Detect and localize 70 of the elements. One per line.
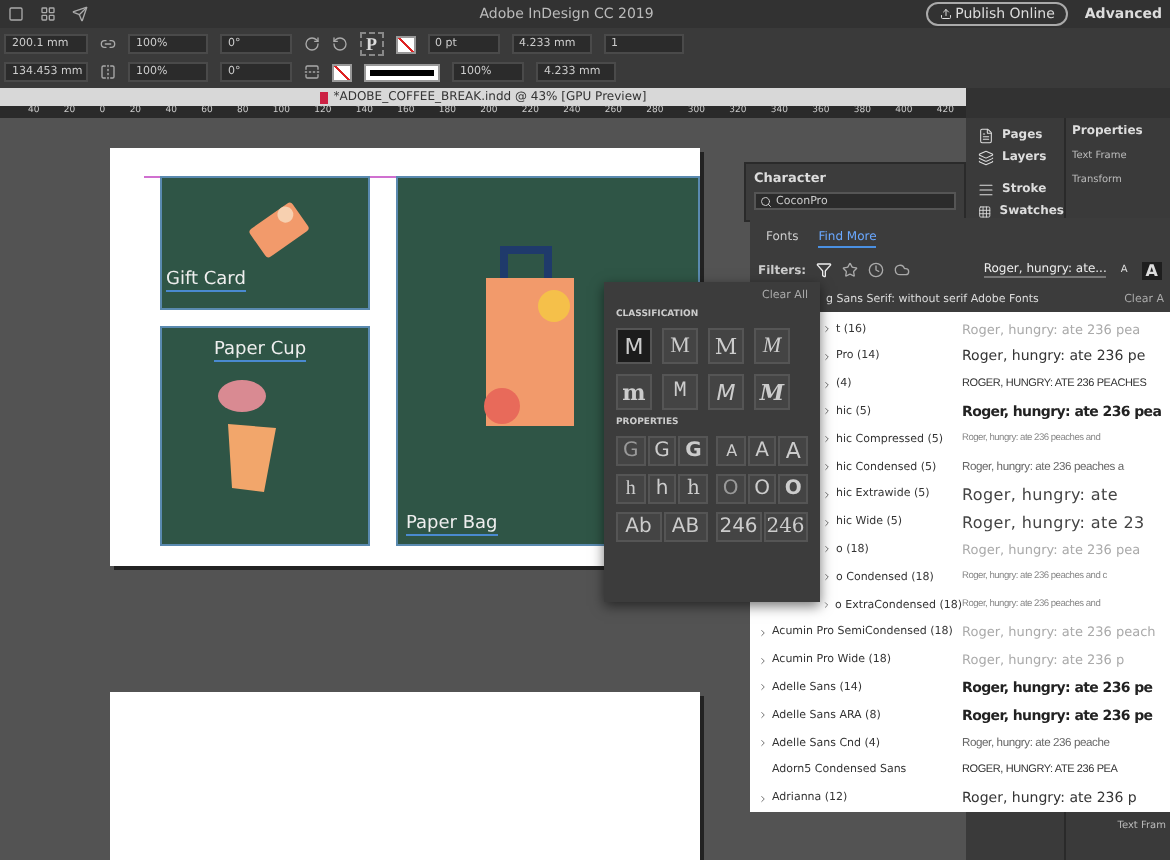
- property-button[interactable]: G: [647, 436, 677, 466]
- chevron-icon[interactable]: [822, 406, 832, 417]
- paragraph-glyph[interactable]: P: [360, 32, 383, 56]
- font-preview: Roger, hungry: ate 23: [962, 513, 1147, 532]
- filter-icon[interactable]: [816, 262, 833, 278]
- star-icon[interactable]: [842, 262, 859, 278]
- chevron-icon[interactable]: [758, 710, 768, 721]
- clock-icon[interactable]: [868, 262, 885, 278]
- layers-icon: [978, 149, 994, 165]
- layout-icon[interactable]: [40, 6, 56, 22]
- frame-icon[interactable]: [8, 6, 24, 22]
- chevron-icon[interactable]: [758, 655, 768, 666]
- property-button[interactable]: G: [678, 436, 709, 466]
- chevron-icon[interactable]: [822, 600, 832, 611]
- chevron-icon[interactable]: [822, 572, 832, 583]
- property-button[interactable]: h: [647, 474, 677, 504]
- classification-button[interactable]: M: [708, 328, 744, 364]
- swatches-icon: [978, 203, 992, 219]
- flip-icon[interactable]: [100, 64, 116, 80]
- classification-button[interactable]: m: [616, 374, 652, 410]
- send-icon[interactable]: [72, 6, 88, 22]
- property-button[interactable]: Ab: [616, 512, 661, 542]
- property-button[interactable]: A: [747, 436, 777, 466]
- chevron-icon[interactable]: [822, 462, 832, 473]
- flip-icon[interactable]: [304, 64, 320, 80]
- classification-button[interactable]: M: [754, 328, 790, 364]
- document-icon: [319, 91, 328, 103]
- chevron-icon[interactable]: [822, 489, 832, 500]
- property-button[interactable]: h: [616, 474, 646, 504]
- chevron-icon[interactable]: [822, 379, 832, 390]
- stroke-swatch[interactable]: [332, 63, 352, 81]
- fill-swatch[interactable]: [395, 35, 415, 53]
- property-button[interactable]: O: [747, 474, 777, 504]
- property-button[interactable]: A: [778, 436, 809, 466]
- classification-button[interactable]: M: [708, 374, 744, 410]
- chevron-icon[interactable]: [758, 738, 768, 748]
- rotate-icon[interactable]: [304, 36, 320, 52]
- image-frame[interactable]: Gift Card: [160, 176, 370, 310]
- chevron-icon[interactable]: [758, 627, 768, 638]
- chevron-icon[interactable]: [758, 682, 768, 693]
- stroke-icon: [978, 181, 994, 197]
- pages-icon: [978, 127, 994, 143]
- classification-button[interactable]: M: [754, 374, 790, 410]
- property-button[interactable]: AB: [663, 512, 708, 542]
- property-button[interactable]: 246: [763, 512, 808, 542]
- frame-label: Gift Card: [166, 270, 246, 292]
- large-sample-button[interactable]: A: [1141, 261, 1162, 279]
- cloud-icon[interactable]: [894, 262, 911, 278]
- frame-label: Paper Bag: [406, 514, 498, 536]
- chevron-icon[interactable]: [822, 351, 832, 362]
- chevron-icon[interactable]: [822, 324, 832, 335]
- chevron-icon[interactable]: [822, 544, 832, 555]
- stroke-style-field[interactable]: [364, 63, 440, 81]
- property-button[interactable]: 246: [716, 512, 761, 542]
- upload-icon: [939, 8, 952, 20]
- font-preview: Roger, hungry: ate: [962, 485, 1120, 504]
- search-icon: [760, 195, 772, 207]
- property-button[interactable]: A: [716, 436, 746, 466]
- frame-label: Paper Cup: [214, 340, 307, 362]
- chevron-icon[interactable]: [822, 434, 832, 445]
- classification-button[interactable]: M: [662, 328, 698, 364]
- rotate-icon[interactable]: [332, 36, 348, 52]
- classification-button[interactable]: M: [616, 328, 652, 364]
- chevron-icon[interactable]: [822, 517, 832, 528]
- image-frame[interactable]: Paper Cup: [160, 326, 370, 546]
- chevron-icon[interactable]: [758, 793, 768, 804]
- classification-button[interactable]: M: [662, 374, 698, 410]
- property-button[interactable]: O: [778, 474, 809, 504]
- property-button[interactable]: h: [678, 474, 709, 504]
- link-icon[interactable]: [100, 36, 116, 52]
